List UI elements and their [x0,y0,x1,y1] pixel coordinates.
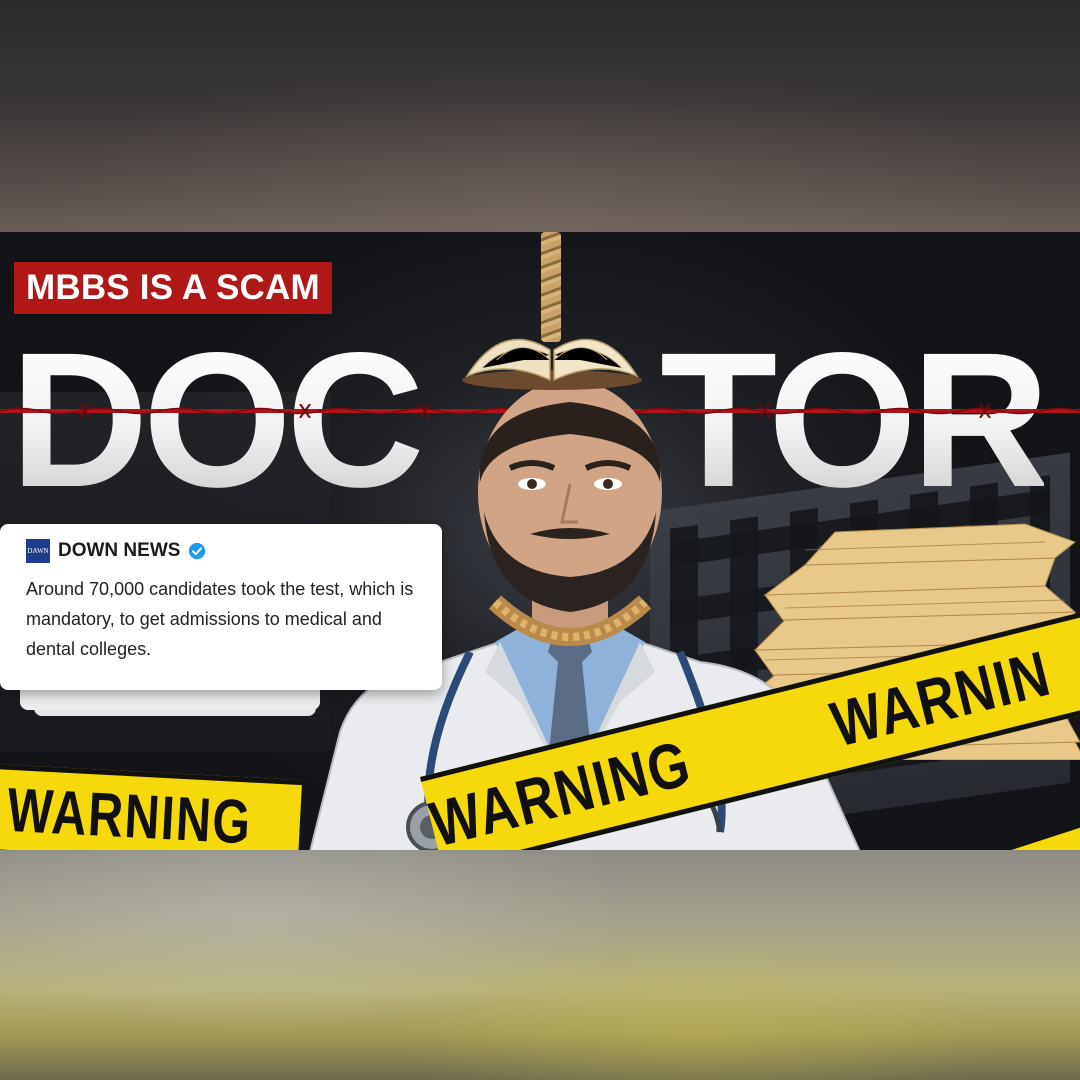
news-source: DOWN NEWS [58,540,181,561]
video-thumbnail[interactable]: DOC TOR MBBS IS A SCAM DAWN DOWN NEWS Ar… [0,232,1080,850]
scam-badge: MBBS IS A SCAM [14,262,332,314]
warning-tape-corner [1006,814,1080,850]
blurred-background-top [0,0,1080,232]
blurred-background-bottom [0,850,1080,1080]
news-card: DAWN DOWN NEWS Around 70,000 candidates … [0,524,442,690]
thumbnail-post: DOC TOR MBBS IS A SCAM DAWN DOWN NEWS Ar… [0,0,1080,1080]
warning-tape-left-text: WARNING [5,775,254,850]
warning-tape-left: WARNING [0,763,303,850]
open-book [462,338,642,390]
news-logo: DAWN [26,539,50,563]
news-header: DAWN DOWN NEWS [26,538,428,564]
news-body: Around 70,000 candidates took the test, … [26,579,414,659]
badge-text: MBBS IS A SCAM [26,268,320,307]
verified-check-icon [189,542,206,560]
